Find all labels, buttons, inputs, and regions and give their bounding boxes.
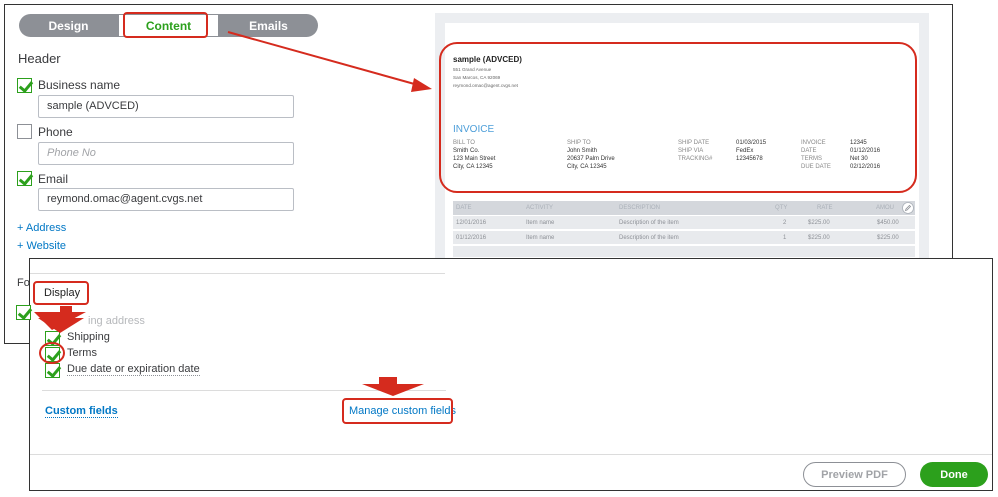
annotation-down-arrow-manage-stem — [379, 377, 397, 384]
annotation-down-arrow-manage-head — [362, 384, 424, 396]
terms-checkbox-highlight — [39, 342, 65, 364]
annotation-arrow-head — [411, 78, 432, 92]
annotation-overlay — [34, 31, 432, 396]
annotation-down-arrow-terms-head — [38, 318, 84, 333]
annotation-arrow-line — [227, 31, 419, 86]
